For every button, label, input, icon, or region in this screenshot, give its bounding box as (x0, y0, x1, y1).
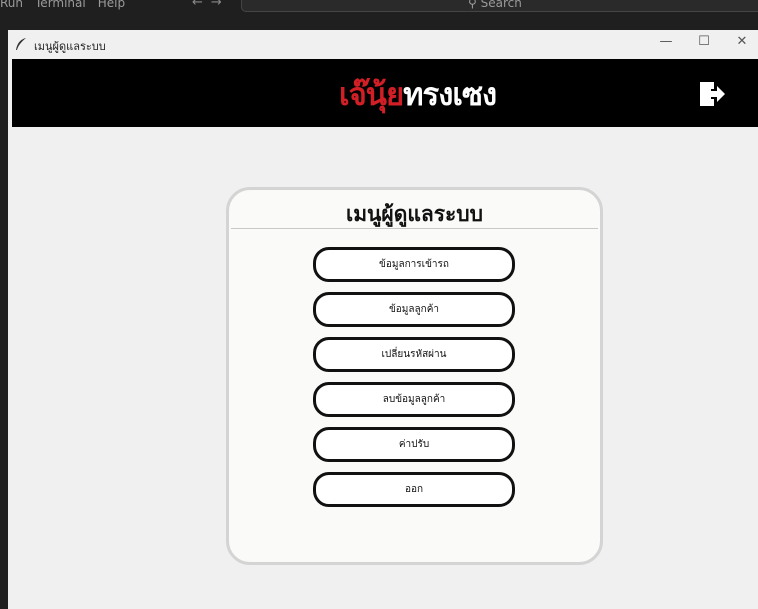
close-icon[interactable]: ✕ (732, 34, 752, 49)
card-divider (231, 228, 598, 229)
ide-search-placeholder: Search (480, 0, 522, 10)
minimize-icon[interactable]: — (656, 34, 676, 49)
feather-icon (16, 38, 26, 50)
main-content: เมนูผู้ดูแลระบบ ข้อมูลการเข้ารถ ข้อมูลลู… (12, 127, 758, 609)
change-password-button[interactable]: เปลี่ยนรหัสผ่าน (313, 337, 515, 372)
card-title: เมนูผู้ดูแลระบบ (346, 202, 483, 226)
admin-menu-card: เมนูผู้ดูแลระบบ ข้อมูลการเข้ารถ ข้อมูลลู… (226, 187, 603, 565)
app-window: เมนูผู้ดูแลระบบ — ☐ ✕ เจ๊นุ้ยทรงเซง เมนู… (8, 30, 758, 609)
logout-icon[interactable] (698, 80, 726, 108)
back-arrow-icon[interactable]: ← (192, 0, 211, 10)
ide-menu-terminal[interactable]: Terminal (35, 0, 86, 10)
app-header: เจ๊นุ้ยทรงเซง (12, 59, 758, 127)
ide-search-text: ⚲ Search (468, 0, 522, 10)
ide-nav-arrows[interactable]: ←→ (192, 0, 230, 10)
maximize-icon[interactable]: ☐ (694, 34, 714, 49)
brand-logo: เจ๊นุ้ยทรงเซง (339, 69, 497, 119)
fines-button[interactable]: ค่าปรับ (313, 427, 515, 462)
window-title: เมนูผู้ดูแลระบบ (34, 40, 106, 53)
logo-white-text: ทรงเซง (403, 77, 497, 113)
customer-data-button[interactable]: ข้อมูลลูกค้า (313, 292, 515, 327)
exit-button[interactable]: ออก (313, 472, 515, 507)
ide-menu-help[interactable]: Help (98, 0, 125, 10)
ide-menu-run[interactable]: Run (0, 0, 23, 10)
logo-red-text: เจ๊นุ้ย (339, 77, 404, 113)
search-icon: ⚲ (468, 0, 477, 10)
vehicle-entry-data-button[interactable]: ข้อมูลการเข้ารถ (313, 247, 515, 282)
delete-customer-button[interactable]: ลบข้อมูลลูกค้า (313, 382, 515, 417)
forward-arrow-icon[interactable]: → (211, 0, 230, 10)
ide-title-bar: Run Terminal Help ←→ ⚲ Search (0, 0, 758, 30)
ide-menu-bar: Run Terminal Help (0, 0, 125, 10)
ide-search-box[interactable]: ⚲ Search (241, 0, 758, 12)
window-title-bar: เมนูผู้ดูแลระบบ — ☐ ✕ (8, 30, 758, 59)
